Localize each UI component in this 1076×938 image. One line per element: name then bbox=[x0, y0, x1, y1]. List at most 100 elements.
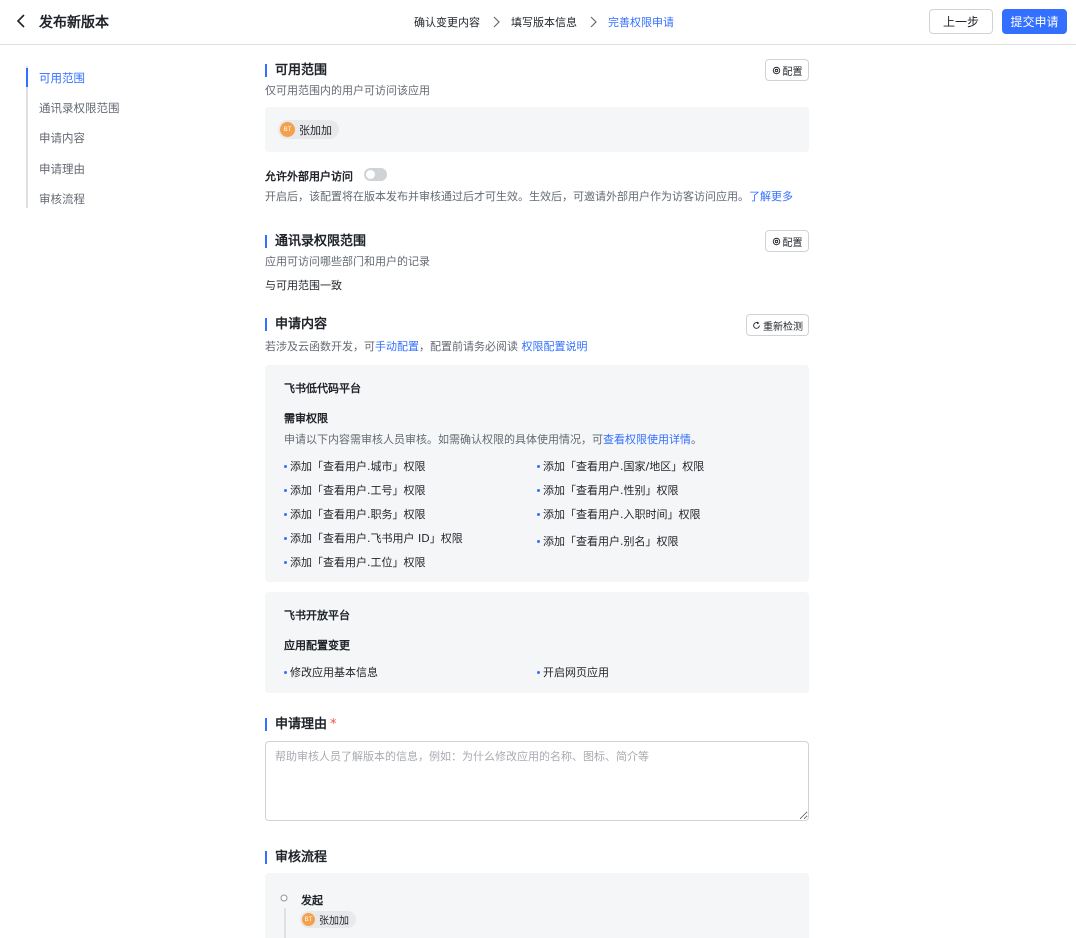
permission-item: 添加「查看用户.国家/地区」权限 bbox=[537, 458, 704, 474]
availability-title: 可用范围 bbox=[265, 64, 327, 77]
reason-title-text: 申请理由 bbox=[275, 717, 328, 732]
step-version-info: 填写版本信息 bbox=[511, 16, 577, 29]
content-desc-text: ，配置前请务必阅读 bbox=[419, 340, 518, 353]
config-change-item: 开启网页应用 bbox=[537, 664, 609, 680]
permission-item: 添加「查看用户.职务」权限 bbox=[284, 506, 426, 522]
submit-request-button[interactable]: 提交申请 bbox=[1002, 9, 1067, 34]
review-flow-box: 发起 BT 张加加 bbox=[265, 873, 809, 938]
permission-label: 添加「查看用户.职务」权限 bbox=[290, 508, 426, 521]
config-change-item: 修改应用基本信息 bbox=[284, 664, 378, 680]
review-required-title: 需审权限 bbox=[284, 412, 328, 425]
nav-item-request-reason[interactable]: 申请理由 bbox=[39, 161, 85, 177]
config-label: 配置 bbox=[782, 66, 803, 78]
step-node-icon bbox=[280, 894, 288, 902]
step-breadcrumb: 确认变更内容 填写版本信息 完善权限申请 bbox=[414, 14, 674, 30]
step-permission-request: 完善权限申请 bbox=[608, 16, 674, 29]
recheck-button[interactable]: 重新检测 bbox=[746, 314, 809, 336]
manual-config-link[interactable]: 手动配置 bbox=[375, 340, 419, 353]
user-name: 张加加 bbox=[319, 916, 349, 927]
bullet-icon bbox=[537, 464, 540, 468]
bullet-icon bbox=[537, 670, 540, 674]
permission-label: 添加「查看用户.入职时间」权限 bbox=[543, 508, 701, 521]
required-mark: * bbox=[330, 717, 337, 732]
contacts-scope-value: 与可用范围一致 bbox=[265, 279, 342, 292]
contacts-scope-title: 通讯录权限范围 bbox=[265, 235, 366, 248]
permission-usage-link[interactable]: 查看权限使用详情 bbox=[603, 433, 691, 446]
request-content-desc: 若涉及云函数开发，可手动配置，配置前请务必阅读 权限配置说明 bbox=[265, 338, 588, 354]
availability-config-button[interactable]: 配置 bbox=[765, 59, 809, 81]
permission-item: 添加「查看用户.性别」权限 bbox=[537, 482, 679, 498]
external-access-label: 允许外部用户访问 bbox=[265, 170, 353, 183]
open-platform-box: 飞书开放平台 应用配置变更 修改应用基本信息 开启网页应用 bbox=[265, 592, 809, 693]
top-bar: 发布新版本 确认变更内容 填写版本信息 完善权限申请 上一步 提交申请 bbox=[0, 0, 1076, 45]
permission-item: 添加「查看用户.别名」权限 bbox=[537, 533, 679, 549]
bullet-icon bbox=[537, 512, 540, 516]
review-desc-text: 申请以下内容需审核人员审核。如需确认权限的具体使用情况，可 bbox=[284, 433, 603, 446]
content-desc-text: 若涉及云函数开发，可 bbox=[265, 340, 375, 353]
request-reason-input[interactable] bbox=[265, 741, 809, 821]
permission-item: 添加「查看用户.工号」权限 bbox=[284, 482, 426, 498]
config-label: 配置 bbox=[782, 237, 803, 249]
external-access-desc: 开启后，该配置将在版本发布并审核通过后才可生效。生效后，可邀请外部用户作为访客访… bbox=[265, 188, 793, 204]
bullet-icon bbox=[284, 560, 287, 564]
learn-more-link[interactable]: 了解更多 bbox=[749, 190, 793, 203]
config-change-label: 开启网页应用 bbox=[543, 666, 609, 679]
review-desc-text: 。 bbox=[691, 433, 702, 446]
avatar: BT bbox=[280, 122, 295, 137]
permission-item: 添加「查看用户.入职时间」权限 bbox=[537, 506, 701, 522]
refresh-icon bbox=[753, 321, 760, 329]
permission-label: 添加「查看用户.性别」权限 bbox=[543, 484, 679, 497]
permission-item: 添加「查看用户.飞书用户 ID」权限 bbox=[284, 530, 463, 546]
nav-item-availability[interactable]: 可用范围 bbox=[39, 70, 85, 86]
permission-config-guide-link[interactable]: 权限配置说明 bbox=[522, 340, 588, 353]
bullet-icon bbox=[284, 512, 287, 516]
config-change-title: 应用配置变更 bbox=[284, 639, 350, 652]
bullet-icon bbox=[284, 488, 287, 492]
platform-name: 飞书开放平台 bbox=[284, 609, 350, 622]
chevron-right-icon bbox=[590, 16, 597, 28]
nav-item-review-flow[interactable]: 审核流程 bbox=[39, 191, 85, 207]
external-desc-text: 开启后，该配置将在版本发布并审核通过后才可生效。生效后，可邀请外部用户作为访客访… bbox=[265, 190, 749, 203]
gear-icon bbox=[772, 237, 780, 245]
external-access-toggle[interactable] bbox=[364, 168, 387, 181]
availability-desc: 仅可用范围内的用户可访问该应用 bbox=[265, 84, 430, 97]
previous-step-button[interactable]: 上一步 bbox=[929, 9, 993, 34]
gear-icon bbox=[772, 66, 780, 74]
availability-users-box: BT 张加加 bbox=[265, 107, 809, 152]
bullet-icon bbox=[284, 670, 287, 674]
contacts-scope-desc: 应用可访问哪些部门和用户的记录 bbox=[265, 255, 430, 268]
section-nav: 可用范围 通讯录权限范围 申请内容 申请理由 审核流程 bbox=[26, 66, 176, 208]
permission-item: 添加「查看用户.工位」权限 bbox=[284, 554, 426, 570]
contacts-config-button[interactable]: 配置 bbox=[765, 230, 809, 252]
review-required-desc: 申请以下内容需审核人员审核。如需确认权限的具体使用情况，可查看权限使用详情。 bbox=[284, 431, 702, 447]
review-flow-title: 审核流程 bbox=[265, 851, 327, 864]
nav-item-contacts-scope[interactable]: 通讯录权限范围 bbox=[39, 100, 120, 116]
permission-label: 添加「查看用户.飞书用户 ID」权限 bbox=[290, 532, 463, 545]
toggle-knob bbox=[366, 170, 375, 179]
timeline-line bbox=[284, 908, 286, 938]
permission-label: 添加「查看用户.工号」权限 bbox=[290, 484, 426, 497]
bullet-icon bbox=[537, 488, 540, 492]
recheck-label: 重新检测 bbox=[763, 321, 803, 333]
user-name: 张加加 bbox=[299, 123, 332, 137]
permission-label: 添加「查看用户.工位」权限 bbox=[290, 556, 426, 569]
bullet-icon bbox=[537, 539, 540, 543]
user-chip: BT 张加加 bbox=[278, 120, 339, 139]
permission-label: 添加「查看用户.别名」权限 bbox=[543, 535, 679, 548]
review-step-label: 发起 bbox=[301, 894, 323, 907]
lowcode-platform-box: 飞书低代码平台 需审权限 申请以下内容需审核人员审核。如需确认权限的具体使用情况… bbox=[265, 365, 809, 582]
nav-item-request-content[interactable]: 申请内容 bbox=[39, 130, 85, 146]
avatar: BT bbox=[302, 913, 315, 926]
back-arrow-icon[interactable] bbox=[14, 13, 28, 29]
nav-active-indicator bbox=[26, 68, 28, 87]
permission-item: 添加「查看用户.城市」权限 bbox=[284, 458, 426, 474]
page-title: 发布新版本 bbox=[39, 15, 109, 31]
permission-label: 添加「查看用户.城市」权限 bbox=[290, 460, 426, 473]
config-change-label: 修改应用基本信息 bbox=[290, 666, 378, 679]
bullet-icon bbox=[284, 536, 287, 540]
permission-label: 添加「查看用户.国家/地区」权限 bbox=[543, 460, 705, 473]
user-chip: BT 张加加 bbox=[300, 911, 356, 928]
bullet-icon bbox=[284, 464, 287, 468]
chevron-right-icon bbox=[493, 16, 500, 28]
step-confirm-changes: 确认变更内容 bbox=[414, 16, 480, 29]
